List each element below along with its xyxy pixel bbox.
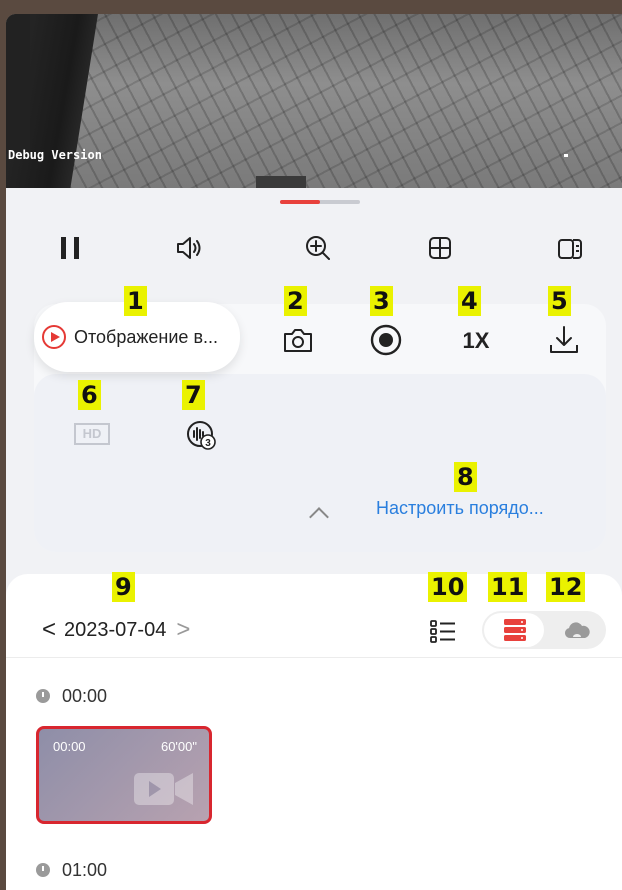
date-navigator: < 2023-07-04 > xyxy=(42,614,190,646)
snapshot-button[interactable] xyxy=(282,324,314,356)
list-view-button[interactable] xyxy=(428,616,458,646)
cloud-storage-option[interactable] xyxy=(564,619,590,641)
video-wall-edge xyxy=(6,14,30,154)
callout-badge-11: 11 xyxy=(488,572,528,602)
callout-badge-7: 7 xyxy=(182,380,205,410)
volume-button[interactable] xyxy=(170,230,210,266)
video-grate xyxy=(256,176,306,188)
cloud-icon xyxy=(564,622,590,638)
audio-channel-button[interactable]: 3 xyxy=(184,418,218,452)
hd-quality-button[interactable]: HD xyxy=(74,423,110,445)
record-icon xyxy=(370,324,402,356)
pause-button[interactable] xyxy=(50,230,90,266)
current-date[interactable]: 2023-07-04 xyxy=(64,619,166,642)
timeline-hour-label: 00:00 xyxy=(62,685,108,706)
timeline-hour-0: 00:00 xyxy=(36,684,107,708)
section-divider xyxy=(6,657,622,658)
clock-icon xyxy=(36,689,50,703)
download-button[interactable] xyxy=(546,322,582,358)
zoom-in-icon xyxy=(306,236,330,260)
server-icon xyxy=(504,619,526,641)
callout-badge-9: 9 xyxy=(112,572,135,602)
display-mode-label: Отображение в... xyxy=(74,326,219,347)
screen-switch-button[interactable] xyxy=(550,230,590,266)
callout-badge-10: 10 xyxy=(428,572,468,602)
timeline-hour-label: 01:00 xyxy=(62,859,108,880)
clip-duration: 60'00" xyxy=(160,739,197,754)
callout-badge-3: 3 xyxy=(370,286,393,316)
camera-icon xyxy=(284,329,312,352)
local-storage-option[interactable] xyxy=(502,617,528,643)
callout-badge-12: 12 xyxy=(546,572,586,602)
callout-badge-4: 4 xyxy=(458,286,481,316)
reorder-link[interactable]: Настроить порядо... xyxy=(376,498,544,519)
download-icon xyxy=(550,326,578,353)
grid-icon xyxy=(429,237,451,259)
grid-view-button[interactable] xyxy=(420,230,460,266)
debug-overlay-text: Debug Version xyxy=(8,148,102,162)
app-screen: Debug Version Отображение в... 1X HD 3 Н… xyxy=(6,14,622,890)
record-button[interactable] xyxy=(368,322,404,358)
video-camera-icon xyxy=(134,773,193,805)
zoom-in-button[interactable] xyxy=(298,230,338,266)
next-date-button[interactable]: > xyxy=(176,616,190,644)
clip-start-time: 00:00 xyxy=(53,739,86,754)
callout-badge-8: 8 xyxy=(454,462,477,492)
playback-speed-button[interactable]: 1X xyxy=(456,324,496,358)
svg-text:3: 3 xyxy=(205,438,211,449)
callout-badge-1: 1 xyxy=(124,286,147,316)
callout-badge-5: 5 xyxy=(548,286,571,316)
play-circle-icon xyxy=(42,325,66,349)
recording-clip[interactable]: 00:00 60'00" xyxy=(36,726,212,824)
callout-badge-2: 2 xyxy=(284,286,307,316)
video-preview[interactable]: Debug Version xyxy=(6,14,622,188)
storage-source-toggle xyxy=(482,611,606,649)
prev-date-button[interactable]: < xyxy=(42,616,56,644)
list-icon xyxy=(430,620,455,643)
callout-badge-6: 6 xyxy=(78,380,101,410)
speaker-icon xyxy=(177,237,201,259)
audio-wave-badge-icon: 3 xyxy=(187,421,216,450)
clock-icon xyxy=(36,863,50,877)
playback-toolbar xyxy=(6,230,622,266)
playback-speed-label: 1X xyxy=(462,328,490,353)
device-frame: Debug Version Отображение в... 1X HD 3 Н… xyxy=(0,0,622,890)
playback-progress[interactable] xyxy=(280,200,360,204)
pause-icon xyxy=(61,237,79,259)
video-marker xyxy=(564,154,568,157)
screen-switch-icon xyxy=(558,239,582,259)
timeline-hour-1: 01:00 xyxy=(36,858,107,882)
playback-progress-fill xyxy=(280,200,320,204)
